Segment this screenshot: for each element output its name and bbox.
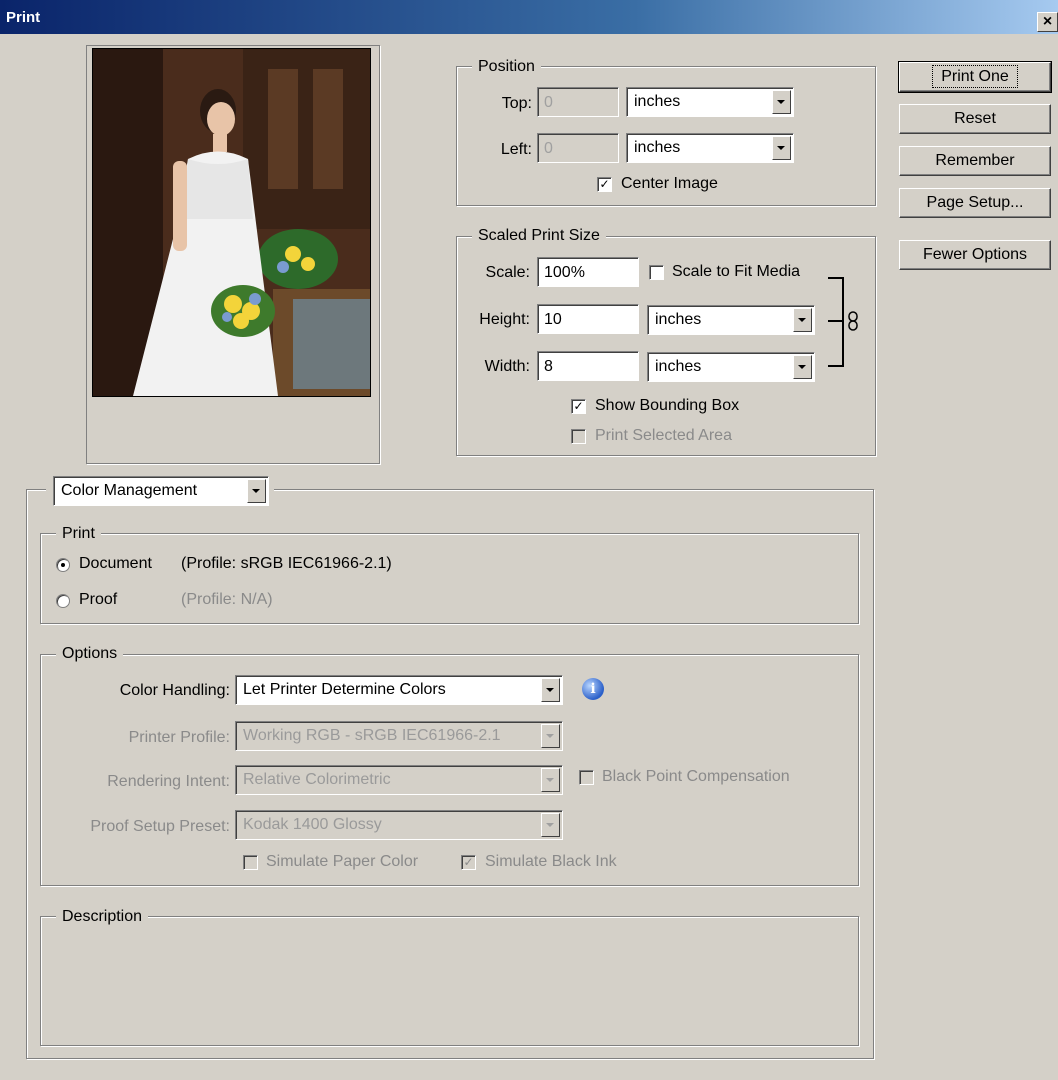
rendering-intent-label: Rendering Intent: [107,773,230,790]
color-management-select[interactable]: Color Management [53,476,269,506]
chevron-down-icon[interactable] [793,355,812,379]
chevron-down-icon[interactable] [247,479,266,503]
chevron-down-icon[interactable] [541,768,560,792]
print-group [40,533,859,624]
left-unit-select[interactable]: inches [626,133,794,163]
show-bounding-box-checkbox[interactable]: ✓ [571,399,586,414]
center-image-checkbox[interactable]: ✓ [597,177,612,192]
simulate-black-label: Simulate Black Ink [485,853,617,870]
proof-profile: (Profile: N/A) [181,591,273,608]
print-selected-area-label: Print Selected Area [595,427,732,444]
document-radio[interactable] [56,558,70,572]
constrain-bracket-bottom [828,365,842,367]
constrain-bracket-top [828,277,842,279]
printer-profile-value: Working RGB - sRGB IEC61966-2.1 [243,727,501,744]
show-bounding-box-label: Show Bounding Box [595,397,740,414]
proof-setup-label: Proof Setup Preset: [90,818,230,835]
printer-profile-label: Printer Profile: [128,729,230,746]
black-point-checkbox[interactable] [579,770,594,785]
print-legend: Print [56,525,101,543]
close-button[interactable]: × [1037,12,1058,32]
constrain-bracket-vertical [842,277,844,367]
description-legend: Description [56,908,149,926]
width-unit-value: inches [655,358,702,375]
preview-image[interactable] [92,48,371,397]
rendering-intent-select[interactable]: Relative Colorimetric [235,765,563,795]
top-unit-select[interactable]: inches [626,87,794,117]
document-label: Document [79,555,152,572]
remember-button[interactable]: Remember [899,146,1051,176]
fewer-options-button[interactable]: Fewer Options [899,240,1051,270]
print-one-button[interactable]: Print One [898,61,1052,93]
top-input[interactable]: 0 [537,87,619,117]
rendering-intent-value: Relative Colorimetric [243,771,391,788]
options-legend: Options [56,645,124,663]
left-unit-value: inches [634,139,681,156]
chevron-down-icon[interactable] [793,308,812,332]
chain-link-icon[interactable] [847,310,859,332]
color-management-value: Color Management [61,482,198,499]
black-point-label: Black Point Compensation [602,768,790,785]
scale-label: Scale: [485,264,530,281]
simulate-paper-label: Simulate Paper Color [266,853,419,870]
scaled-print-size-legend: Scaled Print Size [472,227,606,245]
chevron-down-icon[interactable] [541,813,560,837]
color-handling-label: Color Handling: [119,682,230,699]
window-title: Print [6,9,41,26]
page-setup-button[interactable]: Page Setup... [899,188,1051,218]
top-unit-value: inches [634,93,681,110]
proof-setup-value: Kodak 1400 Glossy [243,816,382,833]
color-handling-select[interactable]: Let Printer Determine Colors [235,675,563,705]
printer-profile-select[interactable]: Working RGB - sRGB IEC61966-2.1 [235,721,563,751]
scale-input[interactable]: 100% [537,257,639,287]
bride-photo-illustration [93,49,370,396]
top-label: Top: [501,95,532,112]
proof-label: Proof [79,591,118,608]
proof-radio[interactable] [56,594,70,608]
color-handling-value: Let Printer Determine Colors [243,681,446,698]
info-icon[interactable]: i [582,678,604,700]
left-input[interactable]: 0 [537,133,619,163]
width-input[interactable]: 8 [537,351,639,381]
center-image-label: Center Image [621,175,718,192]
print-one-label: Print One [932,65,1018,88]
height-unit-value: inches [655,311,702,328]
left-label: Left: [500,141,532,158]
simulate-paper-checkbox[interactable] [243,855,258,870]
reset-button[interactable]: Reset [899,104,1051,134]
document-profile: (Profile: sRGB IEC61966-2.1) [181,555,392,572]
scale-to-fit-checkbox[interactable] [649,265,664,280]
position-legend: Position [472,58,541,76]
description-group [40,916,859,1046]
scale-to-fit-label: Scale to Fit Media [672,263,801,280]
chevron-down-icon[interactable] [541,724,560,748]
width-unit-select[interactable]: inches [647,352,815,382]
simulate-black-checkbox[interactable]: ✓ [461,855,476,870]
chevron-down-icon[interactable] [772,90,791,114]
width-label: Width: [484,358,530,375]
height-input[interactable]: 10 [537,304,639,334]
chevron-down-icon[interactable] [772,136,791,160]
print-selected-area-checkbox[interactable] [571,429,586,444]
proof-setup-select[interactable]: Kodak 1400 Glossy [235,810,563,840]
chevron-down-icon[interactable] [541,678,560,702]
constrain-bracket-mid [828,320,842,322]
title-bar: Print [0,0,1058,34]
height-unit-select[interactable]: inches [647,305,815,335]
height-label: Height: [479,311,530,328]
